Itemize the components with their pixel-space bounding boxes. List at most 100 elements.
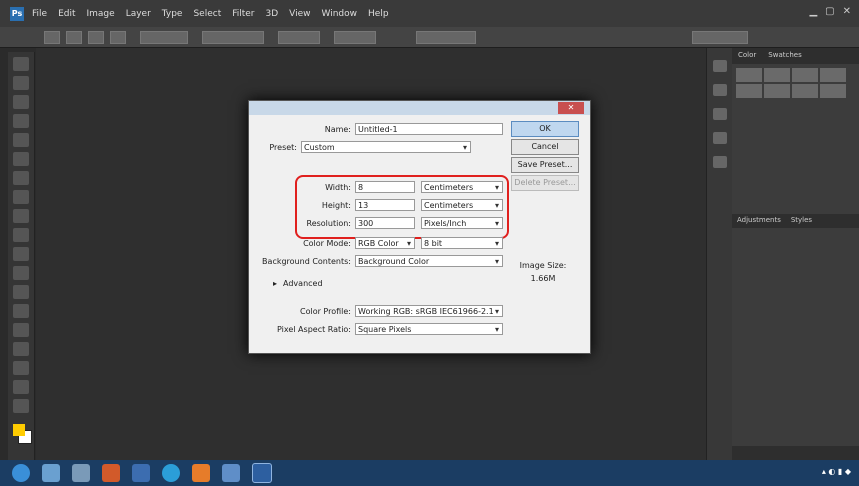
advanced-toggle[interactable]: ▸ Advanced bbox=[273, 279, 323, 288]
clone-stamp-tool-icon[interactable] bbox=[13, 209, 29, 223]
preset-label: Preset: bbox=[269, 142, 297, 152]
app-icon[interactable] bbox=[72, 464, 90, 482]
color-control[interactable] bbox=[792, 84, 818, 98]
paragraph-panel-icon[interactable] bbox=[713, 132, 727, 144]
color-profile-dropdown[interactable]: Working RGB: sRGB IEC61966-2.1 bbox=[355, 305, 503, 318]
collapsed-panel-strip bbox=[706, 48, 733, 460]
start-button-icon[interactable] bbox=[12, 464, 30, 482]
close-icon[interactable]: ✕ bbox=[843, 6, 851, 17]
subtract-selection-icon[interactable] bbox=[110, 30, 126, 44]
color-control[interactable] bbox=[736, 84, 762, 98]
word-icon[interactable] bbox=[222, 464, 240, 482]
eyedropper-tool-icon[interactable] bbox=[13, 152, 29, 166]
menu-select[interactable]: Select bbox=[193, 9, 221, 19]
type-tool-icon[interactable] bbox=[13, 342, 29, 356]
crop-tool-icon[interactable] bbox=[13, 133, 29, 147]
menu-bar: Ps File Edit Image Layer Type Select Fil… bbox=[0, 0, 859, 27]
explorer-icon[interactable] bbox=[42, 464, 60, 482]
menu-type[interactable]: Type bbox=[162, 9, 183, 19]
color-mode-dropdown[interactable]: RGB Color bbox=[355, 237, 415, 250]
chrome-icon[interactable] bbox=[162, 464, 180, 482]
shape-tool-icon[interactable] bbox=[13, 380, 29, 394]
character-panel-icon[interactable] bbox=[713, 108, 727, 120]
lasso-tool-icon[interactable] bbox=[13, 95, 29, 109]
brush-tool-icon[interactable] bbox=[13, 190, 29, 204]
dodge-tool-icon[interactable] bbox=[13, 304, 29, 318]
height-field[interactable] bbox=[334, 30, 376, 44]
tab-adjustments[interactable]: Adjustments bbox=[732, 214, 786, 228]
maximize-icon[interactable]: ▢ bbox=[825, 6, 834, 17]
foreground-color-swatch[interactable] bbox=[13, 424, 25, 436]
delete-preset-button[interactable]: Delete Preset... bbox=[511, 175, 579, 191]
tab-color[interactable]: Color bbox=[732, 48, 762, 64]
folder-icon[interactable] bbox=[192, 464, 210, 482]
dialog-close-icon[interactable]: ✕ bbox=[558, 102, 584, 114]
color-control[interactable] bbox=[764, 68, 790, 82]
photoshop-logo-icon: Ps bbox=[10, 6, 24, 21]
mail-icon[interactable] bbox=[132, 464, 150, 482]
menu-view[interactable]: View bbox=[289, 9, 310, 19]
menu-layer[interactable]: Layer bbox=[126, 9, 151, 19]
cancel-button[interactable]: Cancel bbox=[511, 139, 579, 155]
browser-icon[interactable] bbox=[102, 464, 120, 482]
quick-select-tool-icon[interactable] bbox=[13, 114, 29, 128]
blur-tool-icon[interactable] bbox=[13, 285, 29, 299]
brush-panel-icon[interactable] bbox=[713, 156, 727, 168]
workspace-switcher[interactable] bbox=[692, 30, 748, 44]
ok-button[interactable]: OK bbox=[511, 121, 579, 137]
color-profile-label: Color Profile: bbox=[300, 306, 351, 316]
healing-tool-icon[interactable] bbox=[13, 171, 29, 185]
color-control[interactable] bbox=[820, 84, 846, 98]
photoshop-taskbar-icon[interactable] bbox=[252, 463, 272, 483]
pixel-aspect-dropdown[interactable]: Square Pixels bbox=[355, 323, 503, 336]
marquee-tool-icon[interactable] bbox=[13, 76, 29, 90]
refine-edge-button[interactable] bbox=[416, 30, 476, 44]
color-control[interactable] bbox=[792, 68, 818, 82]
eraser-tool-icon[interactable] bbox=[13, 247, 29, 261]
hand-tool-icon[interactable] bbox=[13, 399, 29, 413]
options-bar bbox=[0, 27, 859, 48]
adjustments-panel-tabs: Adjustments Styles bbox=[732, 214, 859, 228]
pen-tool-icon[interactable] bbox=[13, 323, 29, 337]
history-panel-icon[interactable] bbox=[713, 60, 727, 72]
background-contents-label: Background Contents: bbox=[262, 256, 351, 266]
save-preset-button[interactable]: Save Preset... bbox=[511, 157, 579, 173]
color-mode-label: Color Mode: bbox=[303, 238, 351, 248]
dialog-title-bar: ✕ bbox=[249, 101, 590, 115]
menu-filter[interactable]: Filter bbox=[232, 9, 254, 19]
color-panel-tabs: Color Swatches bbox=[732, 48, 859, 64]
tool-preset-icon[interactable] bbox=[44, 30, 60, 44]
style-dropdown[interactable] bbox=[202, 30, 264, 44]
color-controls bbox=[732, 64, 859, 102]
bit-depth-dropdown[interactable]: 8 bit bbox=[421, 237, 503, 250]
tab-styles[interactable]: Styles bbox=[786, 214, 817, 228]
menu-help[interactable]: Help bbox=[368, 9, 389, 19]
properties-panel-icon[interactable] bbox=[713, 84, 727, 96]
color-control[interactable] bbox=[736, 68, 762, 82]
image-size-info: Image Size: 1.66M bbox=[513, 261, 573, 283]
history-brush-tool-icon[interactable] bbox=[13, 228, 29, 242]
color-control[interactable] bbox=[764, 84, 790, 98]
width-field[interactable] bbox=[278, 30, 320, 44]
minimize-icon[interactable]: ▁ bbox=[809, 6, 817, 17]
menu-window[interactable]: Window bbox=[322, 9, 358, 19]
feather-field[interactable] bbox=[140, 30, 188, 44]
color-control[interactable] bbox=[820, 68, 846, 82]
add-selection-icon[interactable] bbox=[88, 30, 104, 44]
tab-swatches[interactable]: Swatches bbox=[762, 48, 807, 64]
background-contents-row: Background Contents: Background Color bbox=[253, 255, 503, 268]
menu-3d[interactable]: 3D bbox=[266, 9, 279, 19]
gradient-tool-icon[interactable] bbox=[13, 266, 29, 280]
new-document-dialog: ✕ Name: Untitled-1 Preset: Custom Width:… bbox=[248, 100, 591, 354]
new-selection-icon[interactable] bbox=[66, 30, 82, 44]
background-contents-dropdown[interactable]: Background Color bbox=[355, 255, 503, 268]
menu-file[interactable]: File bbox=[32, 9, 47, 19]
move-tool-icon[interactable] bbox=[13, 57, 29, 71]
tools-panel bbox=[8, 52, 35, 460]
menu-edit[interactable]: Edit bbox=[58, 9, 75, 19]
menu-image[interactable]: Image bbox=[87, 9, 115, 19]
name-row: Name: Untitled-1 bbox=[269, 123, 503, 135]
path-select-tool-icon[interactable] bbox=[13, 361, 29, 375]
name-field[interactable]: Untitled-1 bbox=[355, 123, 503, 135]
preset-dropdown[interactable]: Custom bbox=[301, 141, 471, 154]
